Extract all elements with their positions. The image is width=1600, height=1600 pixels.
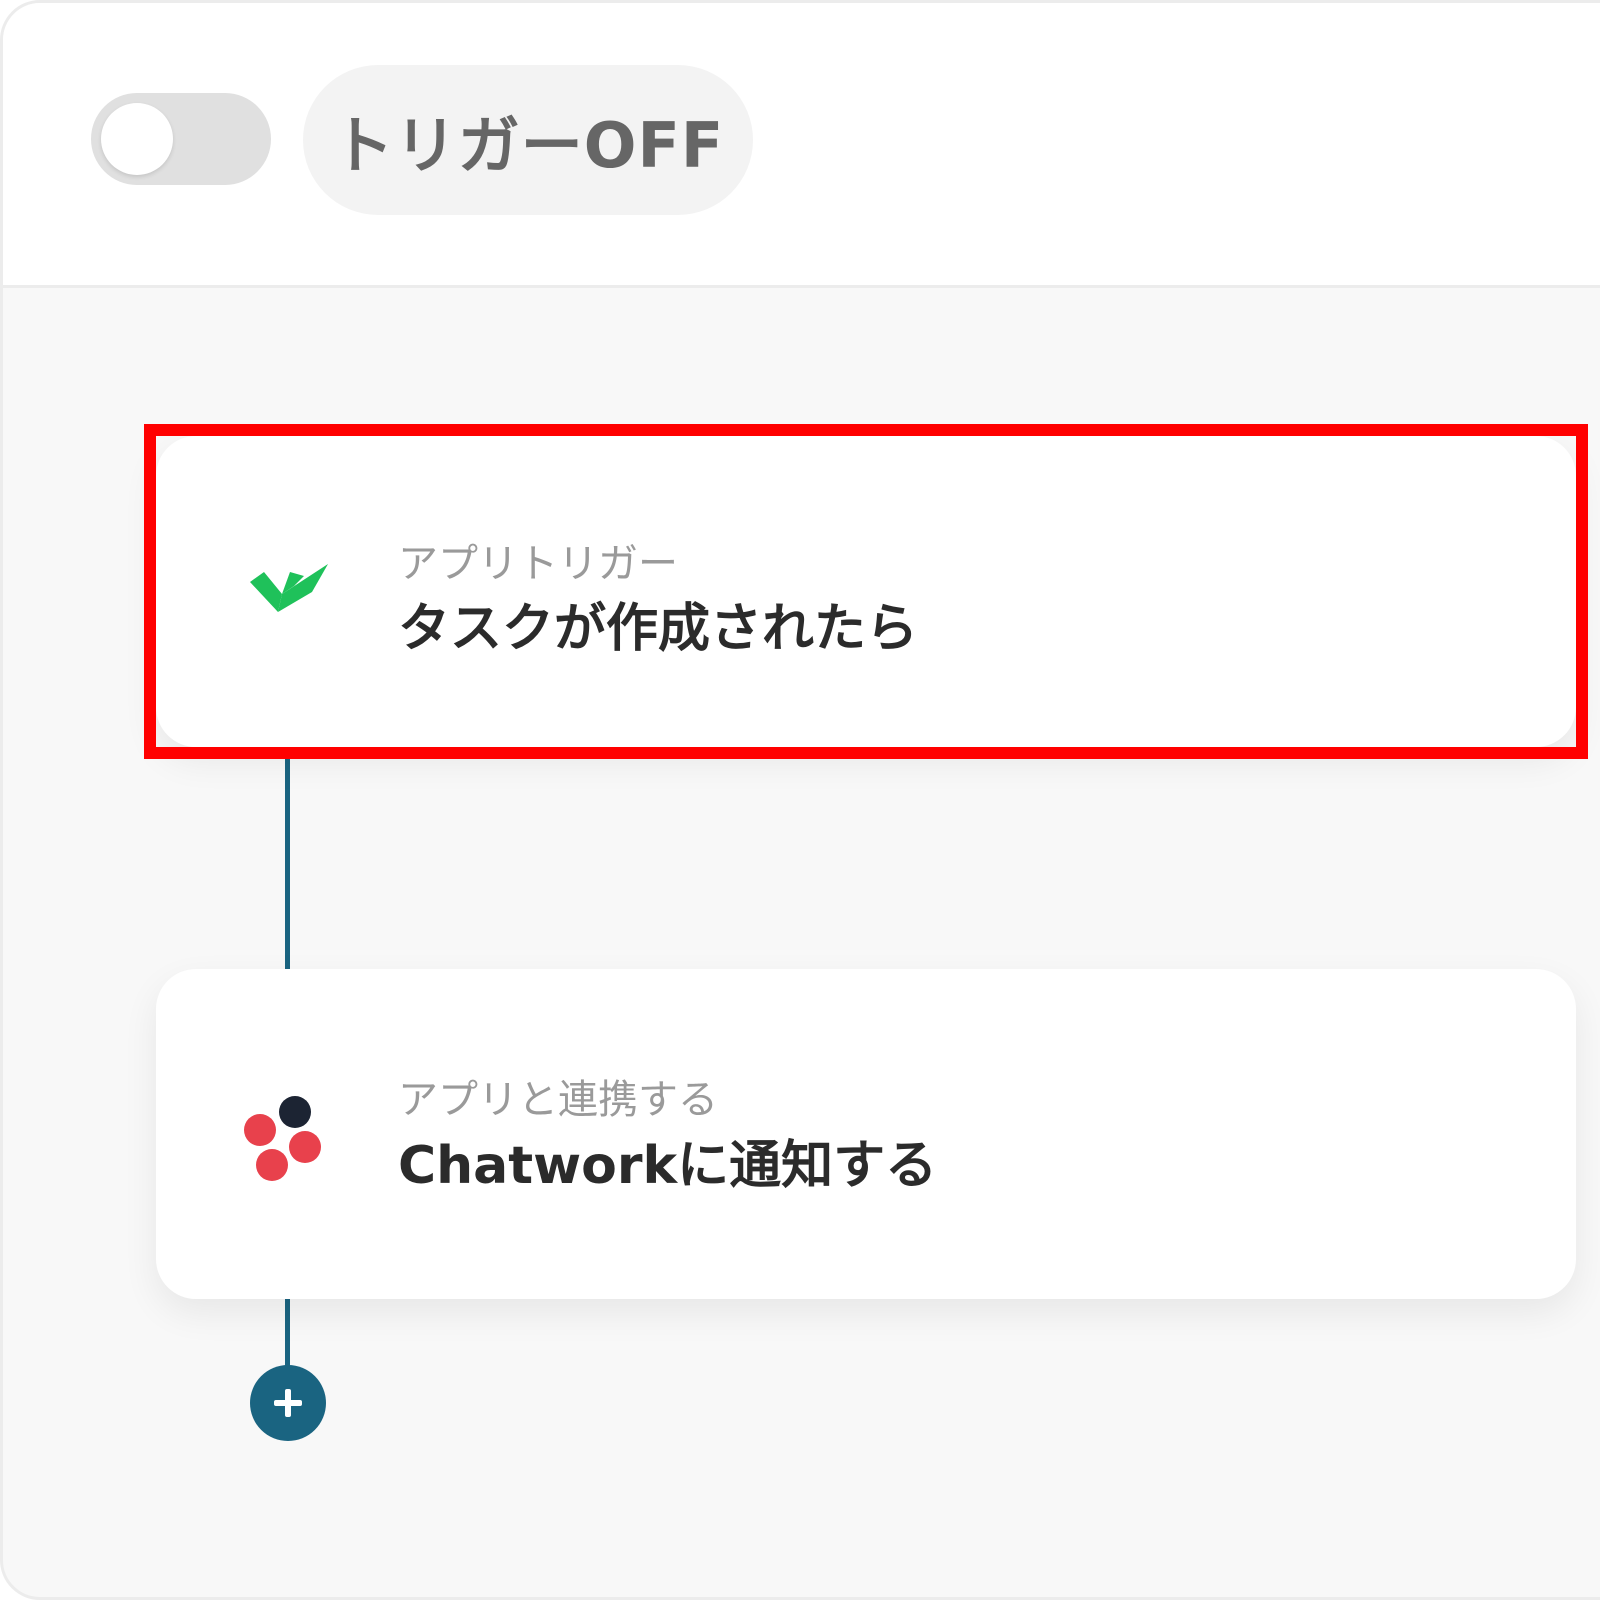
trigger-toggle[interactable]	[91, 93, 271, 185]
plus-icon	[274, 1389, 302, 1417]
trigger-status-label: トリガーOFF	[331, 109, 725, 182]
toggle-knob	[101, 103, 173, 175]
flow-connector-line	[285, 1299, 290, 1369]
flow-step-card-trigger[interactable]: アプリトリガー タスクが作成されたら	[156, 436, 1576, 747]
add-step-button[interactable]	[250, 1365, 326, 1441]
step-title: Chatworkに通知する	[398, 1136, 938, 1196]
flow-step-card-action[interactable]: アプリと連携する Chatworkに通知する	[156, 969, 1576, 1299]
step-category-label: アプリトリガー	[398, 541, 678, 587]
chatwork-logo-icon	[238, 1089, 334, 1185]
wrike-checkmark-icon	[242, 540, 338, 636]
trigger-status-badge: トリガーOFF	[303, 65, 753, 215]
step-category-label: アプリと連携する	[398, 1077, 718, 1123]
step-title: タスクが作成されたら	[398, 599, 919, 659]
header-bar: トリガーOFF	[3, 3, 1600, 288]
flow-connector-line	[285, 759, 290, 969]
workflow-panel: トリガーOFF アプリトリガー タスクが作成されたら アプリと連携する Chat…	[0, 0, 1600, 1600]
